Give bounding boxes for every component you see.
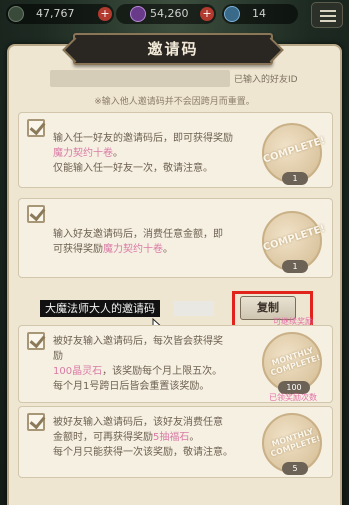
gem-value: 54,260	[150, 7, 189, 20]
menu-icon	[320, 10, 336, 12]
complete-stamp-icon: COMPLETE! 1	[262, 123, 327, 185]
monthly-complete-stamp-icon: MONTHLY COMPLETE! 100	[262, 332, 322, 394]
friend-id-input[interactable]	[50, 70, 230, 87]
top-resource-bar: 47,767 + 54,260 + 14	[0, 0, 349, 30]
gem-icon	[130, 6, 146, 22]
checkbox-icon	[27, 332, 45, 350]
remaining-reward-tag: 可继续奖励	[273, 317, 313, 326]
reward-count-badge: 1	[282, 260, 308, 273]
energy-counter: 14	[222, 4, 298, 24]
card-2-text: 输入好友邀请码后，消费任意金额，即 可获得奖励魔力契约十卷。	[53, 229, 223, 255]
gem-counter: 54,260 +	[116, 4, 216, 24]
reward-count-badge: 5	[282, 462, 308, 475]
my-invite-code-value	[174, 301, 214, 316]
menu-button[interactable]	[311, 2, 343, 28]
claimed-reward-tag: 已领奖励次数	[269, 393, 317, 402]
checkbox-icon	[27, 205, 45, 223]
card-3-text: 被好友输入邀请码后，每次皆会获得奖 励 100晶灵石，该奖励每个月上限五次。 每…	[53, 336, 223, 392]
energy-icon	[224, 6, 240, 22]
reward-card-1: 输入任一好友的邀请码后，即可获得奖励 魔力契约十卷。 仅能输入任一好友一次，敬请…	[18, 112, 333, 188]
reward-card-3: 被好友输入邀请码后，每次皆会获得奖 励 100晶灵石，该奖励每个月上限五次。 每…	[18, 317, 333, 403]
monthly-complete-stamp-icon: MONTHLY COMPLETE! 5	[262, 413, 322, 475]
input-hint: 已输入的好友ID	[234, 75, 298, 85]
reward-card-4: 被好友输入邀请码后，该好友消费任意 金额时，可再获得奖励5抽福石。 每个月只能获…	[18, 406, 333, 478]
checkbox-icon	[27, 413, 45, 431]
add-gold-button[interactable]: +	[98, 7, 112, 21]
reward-card-2: 输入好友邀请码后，消费任意金额，即 可获得奖励魔力契约十卷。 COMPLETE!…	[18, 198, 333, 278]
gold-value: 47,767	[36, 7, 75, 20]
add-gem-button[interactable]: +	[200, 7, 214, 21]
gold-counter: 47,767 +	[6, 4, 114, 24]
complete-stamp-icon: COMPLETE! 1	[262, 211, 327, 273]
page-title: 邀请码	[73, 33, 273, 65]
reward-count-badge: 1	[282, 172, 308, 185]
card-1-text: 输入任一好友的邀请码后，即可获得奖励 魔力契约十卷。 仅能输入任一好友一次，敬请…	[53, 133, 233, 174]
card-4-text: 被好友输入邀请码后，该好友消费任意 金额时，可再获得奖励5抽福石。 每个月只能获…	[53, 417, 233, 458]
checkbox-icon	[27, 119, 45, 137]
gold-coin-icon	[8, 6, 24, 22]
my-invite-code-label: 大魔法师大人的邀请码	[40, 300, 160, 317]
energy-value: 14	[252, 7, 266, 20]
input-note: ※输入他人邀请码并不会因跨月而重置。	[94, 97, 255, 107]
